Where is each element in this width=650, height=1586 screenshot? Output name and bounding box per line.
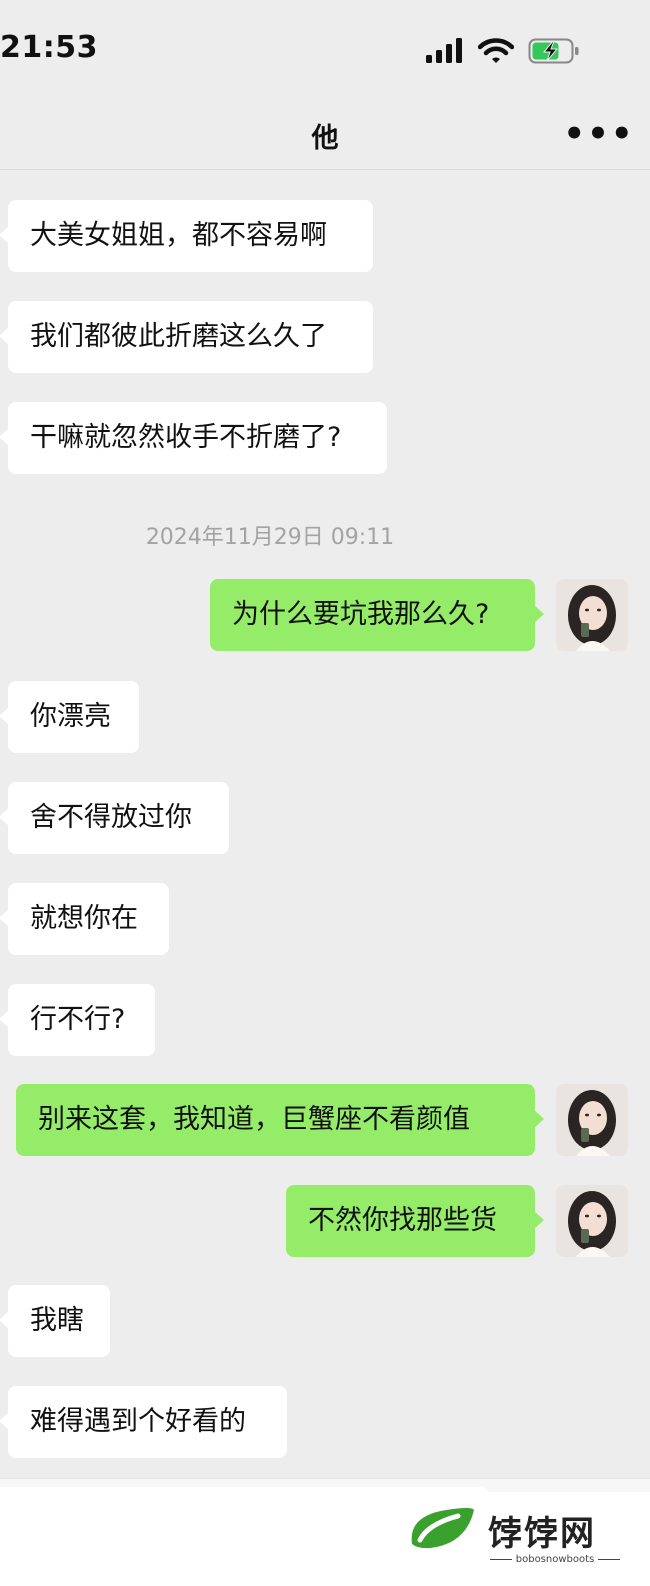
incoming-message-bubble[interactable]: 你漂亮 (0, 681, 139, 753)
avatar-photo-icon (556, 1084, 628, 1156)
chat-title: 他 (311, 123, 339, 154)
incoming-message-bubble[interactable]: 就想你在 (0, 883, 169, 955)
site-watermark: 饽饽网 bobosnowboots (380, 1492, 650, 1586)
message-row: 我们都彼此折磨这么久了 (0, 301, 650, 373)
message-row: 舍不得放过你 (0, 782, 650, 854)
message-row: 干嘛就忽然收手不折磨了? (0, 402, 650, 474)
message-row: 我瞎 (0, 1285, 650, 1357)
incoming-message-bubble[interactable]: 舍不得放过你 (0, 782, 229, 854)
status-bar: 21:53 (0, 0, 650, 100)
incoming-message-bubble[interactable]: 行不行? (0, 984, 155, 1056)
message-row: 难得遇到个好看的 (0, 1386, 650, 1458)
message-timestamp: 2024年11月29日 09:11 (145, 525, 395, 550)
avatar-photo-icon (556, 1185, 628, 1257)
incoming-message-bubble[interactable]: 难得遇到个好看的 (0, 1386, 287, 1458)
leaf-logo-icon (411, 1508, 474, 1549)
avatar-photo-icon (556, 579, 628, 651)
chat-messages[interactable]: 大美女姐姐，都不容易啊 我们都彼此折磨这么久了 干嘛就忽然收手不折磨了? 202… (0, 171, 650, 1481)
status-time: 21:53 (0, 30, 98, 65)
incoming-message-bubble[interactable]: 我瞎 (0, 1285, 110, 1357)
battery-charging-icon (528, 38, 579, 64)
cellular-signal-icon (426, 38, 462, 63)
user-avatar[interactable] (556, 1084, 628, 1156)
more-icon: ••• (563, 114, 635, 154)
incoming-message-bubble[interactable]: 我们都彼此折磨这么久了 (0, 301, 373, 373)
user-avatar[interactable] (556, 579, 628, 651)
incoming-message-bubble[interactable]: 干嘛就忽然收手不折磨了? (0, 402, 387, 474)
watermark-title: 饽饽网 (488, 1514, 596, 1554)
status-icons (424, 36, 580, 66)
message-row: 大美女姐姐，都不容易啊 (0, 200, 650, 272)
outgoing-message-bubble[interactable]: 不然你找那些货 (286, 1185, 544, 1257)
chat-header: 他 ••• (0, 100, 650, 170)
more-options-button[interactable]: ••• (563, 114, 632, 154)
watermark-subtitle: bobosnowboots (480, 1554, 630, 1565)
incoming-message-bubble[interactable]: 大美女姐姐，都不容易啊 (0, 200, 373, 272)
message-row: 不然你找那些货 (0, 1185, 650, 1257)
outgoing-message-bubble[interactable]: 为什么要坑我那么久? (210, 579, 544, 651)
user-avatar[interactable] (556, 1185, 628, 1257)
message-row: 就想你在 (0, 883, 650, 955)
wifi-icon (478, 38, 514, 63)
outgoing-message-bubble[interactable]: 别来这套，我知道，巨蟹座不看颜值 (16, 1084, 544, 1156)
message-row: 为什么要坑我那么久? (0, 579, 650, 651)
message-row: 行不行? (0, 984, 650, 1056)
message-row: 你漂亮 (0, 681, 650, 753)
message-row: 别来这套，我知道，巨蟹座不看颜值 (0, 1084, 650, 1156)
